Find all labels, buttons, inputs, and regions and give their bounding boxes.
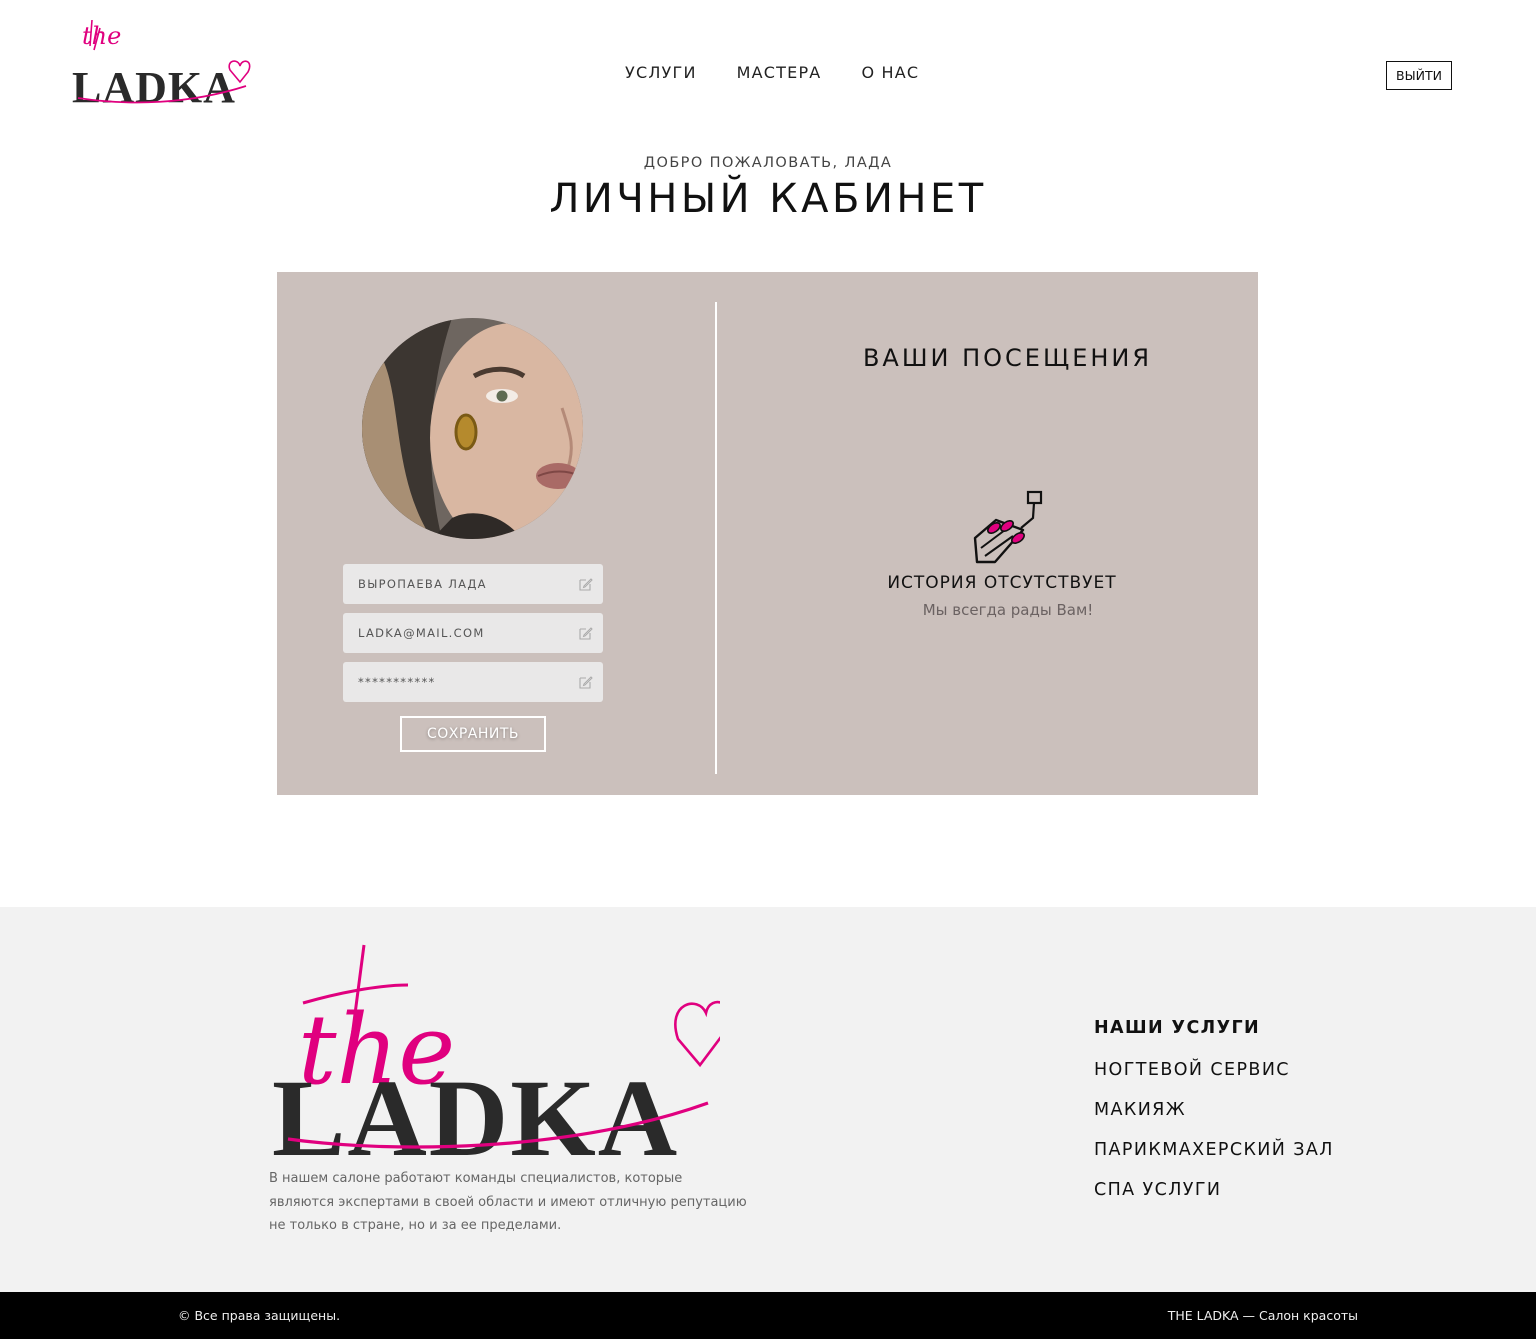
main-nav: УСЛУГИ МАСТЕРА О НАС <box>625 63 919 82</box>
edit-icon[interactable] <box>579 675 593 689</box>
edit-icon[interactable] <box>579 626 593 640</box>
footer-link-makeup[interactable]: МАКИЯЖ <box>1094 1098 1334 1138</box>
email-field <box>343 613 603 653</box>
brand-tagline: THE LADKA — Салон красоты <box>1167 1308 1358 1323</box>
email-input[interactable] <box>358 626 568 640</box>
footer-services-heading: НАШИ УСЛУГИ <box>1094 1018 1261 1038</box>
manicure-icon <box>973 490 1043 564</box>
bottom-bar: © Все права защищены. THE LADKA — Салон … <box>0 1292 1536 1339</box>
password-field <box>343 662 603 702</box>
footer-link-hair-salon[interactable]: ПАРИКМАХЕРСКИЙ ЗАЛ <box>1094 1138 1334 1178</box>
card-divider <box>715 302 717 774</box>
edit-icon[interactable] <box>579 577 593 591</box>
svg-text:the: the <box>82 22 121 50</box>
visits-title: ВАШИ ПОСЕЩЕНИЯ <box>862 344 1153 372</box>
footer-link-nail-service[interactable]: НОГТЕВОЙ СЕРВИС <box>1094 1058 1334 1098</box>
nav-item-masters[interactable]: МАСТЕРА <box>737 63 822 82</box>
empty-history-title: ИСТОРИЯ ОТСУТСТВУЕТ <box>887 573 1117 593</box>
footer-link-spa[interactable]: СПА УСЛУГИ <box>1094 1178 1334 1218</box>
the-ladka-logo-large[interactable]: the LADKA <box>268 943 720 1165</box>
nav-item-services[interactable]: УСЛУГИ <box>625 63 697 82</box>
footer-services-list: НОГТЕВОЙ СЕРВИС МАКИЯЖ ПАРИКМАХЕРСКИЙ ЗА… <box>1094 1058 1334 1218</box>
copyright-text: © Все права защищены. <box>178 1308 341 1323</box>
avatar-photo <box>362 318 583 539</box>
svg-text:LADKA: LADKA <box>272 1057 679 1165</box>
welcome-text: ДОБРО ПОЖАЛОВАТЬ, ЛАДА <box>643 155 893 171</box>
page-title: ЛИЧНЫЙ КАБИНЕТ <box>549 176 987 222</box>
footer-description: В нашем салоне работают команды специали… <box>269 1171 747 1233</box>
footer: the LADKA В нашем салоне работают команд… <box>0 907 1536 1292</box>
profile-card: СОХРАНИТЬ ВАШИ ПОСЕЩЕНИЯ ИСТОРИЯ ОТСУТСТ… <box>277 272 1258 795</box>
nav-item-about[interactable]: О НАС <box>861 63 919 82</box>
save-button[interactable]: СОХРАНИТЬ <box>400 716 546 752</box>
logout-button[interactable]: ВЫЙТИ <box>1386 61 1452 90</box>
password-input[interactable] <box>358 675 568 689</box>
empty-history-subtitle: Мы всегда рады Вам! <box>922 601 1094 619</box>
name-field <box>343 564 603 604</box>
avatar[interactable] <box>362 318 583 539</box>
the-ladka-logo[interactable]: the LADKA <box>70 16 252 108</box>
header: the LADKA УСЛУГИ МАСТЕРА О НАС ВЫЙТИ <box>0 0 1536 130</box>
name-input[interactable] <box>358 577 568 591</box>
